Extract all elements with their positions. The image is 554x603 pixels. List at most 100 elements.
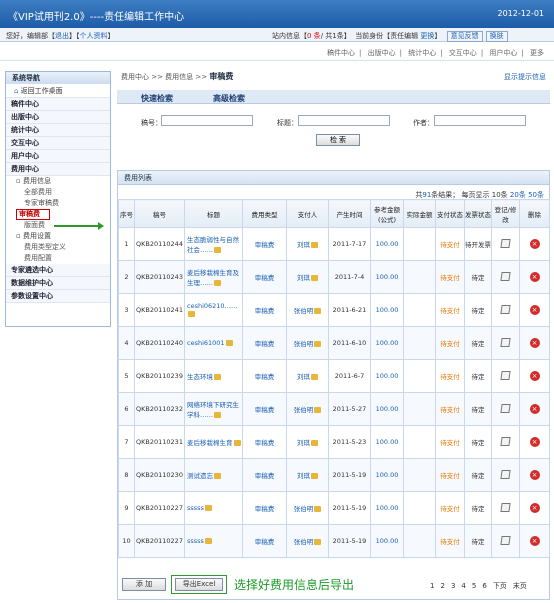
manuscript-title-link[interactable]: sssss bbox=[187, 504, 204, 512]
payer-link[interactable]: 刘琪 bbox=[297, 373, 310, 381]
fee-type[interactable]: 审稿费 bbox=[255, 307, 275, 315]
edit-icon[interactable] bbox=[500, 535, 511, 545]
sidebar-item-publishing[interactable]: 出版中心 bbox=[6, 111, 110, 124]
payer-link[interactable]: 张伯明 bbox=[294, 340, 314, 348]
manuscript-title-link[interactable]: 麦后移栽棉生育及生理…… bbox=[187, 269, 239, 287]
delete-icon[interactable]: × bbox=[529, 503, 540, 513]
payer-link[interactable]: 张伯明 bbox=[294, 406, 314, 414]
delete-icon[interactable]: × bbox=[529, 536, 540, 546]
show-tip-link[interactable]: 显示提示信息 bbox=[504, 72, 546, 82]
nav-manuscript[interactable]: 稿件中心 bbox=[327, 49, 355, 57]
export-excel-button[interactable]: 导出Excel bbox=[175, 578, 223, 591]
page-1[interactable]: 1 bbox=[430, 582, 434, 590]
change-identity-link[interactable]: 更换 bbox=[420, 32, 434, 40]
nav-publishing[interactable]: 出版中心 bbox=[368, 49, 396, 57]
sidebar-item-fee-expert[interactable]: 专家审稿费 bbox=[6, 198, 110, 209]
edit-icon[interactable] bbox=[500, 469, 511, 479]
sidebar-item-users[interactable]: 用户中心 bbox=[6, 150, 110, 163]
page-size-50[interactable]: 50条 bbox=[528, 191, 544, 199]
sidebar-item-param-settings[interactable]: 参数设置中心 bbox=[6, 290, 110, 303]
fee-type[interactable]: 审稿费 bbox=[255, 373, 275, 381]
feedback-button[interactable]: 意见反馈 bbox=[446, 31, 483, 42]
delete-icon[interactable]: × bbox=[529, 272, 540, 282]
fee-type[interactable]: 审稿费 bbox=[255, 505, 275, 513]
manuscript-title-link[interactable]: sssss bbox=[187, 537, 204, 545]
tab-advanced-search[interactable]: 高级检索 bbox=[213, 93, 245, 104]
title-input[interactable] bbox=[298, 115, 390, 126]
nav-more[interactable]: 更多 bbox=[530, 49, 544, 57]
manuscript-title-link[interactable]: 测试遗忘 bbox=[187, 472, 213, 480]
sidebar-item-fee-review[interactable]: 审稿费 bbox=[16, 209, 50, 220]
sidebar-item-fee-setting[interactable]: ▫ 费用设置 bbox=[6, 231, 110, 242]
next-page[interactable]: 下页 bbox=[493, 582, 507, 590]
fee-type[interactable]: 审稿费 bbox=[255, 439, 275, 447]
edit-icon[interactable] bbox=[500, 403, 511, 413]
delete-icon[interactable]: × bbox=[529, 437, 540, 447]
page-5[interactable]: 5 bbox=[472, 582, 476, 590]
nav-users[interactable]: 用户中心 bbox=[489, 49, 517, 57]
delete-icon[interactable]: × bbox=[529, 338, 540, 348]
last-page[interactable]: 末页 bbox=[513, 582, 527, 590]
page-size-10[interactable]: 10条 bbox=[492, 191, 508, 199]
manuscript-title-link[interactable]: 生态脆弱性与自然社会…… bbox=[187, 236, 239, 254]
payer-link[interactable]: 刘琪 bbox=[297, 241, 310, 249]
payer-link[interactable]: 张伯明 bbox=[294, 307, 314, 315]
fee-type[interactable]: 审稿费 bbox=[255, 538, 275, 546]
sidebar-item-expert-select[interactable]: 专家遴选中心 bbox=[6, 264, 110, 277]
fee-type[interactable]: 审稿费 bbox=[255, 472, 275, 480]
manuscript-title-link[interactable]: 生态环境 bbox=[187, 373, 213, 381]
edit-icon[interactable] bbox=[500, 271, 511, 281]
payer-link[interactable]: 张伯明 bbox=[294, 505, 314, 513]
delete-icon[interactable]: × bbox=[529, 371, 540, 381]
payer-link[interactable]: 刘琪 bbox=[297, 472, 310, 480]
payer-link[interactable]: 张伯明 bbox=[294, 538, 314, 546]
sidebar-item-fees[interactable]: 费用中心 bbox=[6, 163, 110, 176]
manuscript-title-link[interactable]: 网络环境下研究生学科…… bbox=[187, 401, 239, 419]
edit-icon[interactable] bbox=[500, 370, 511, 380]
edit-icon[interactable] bbox=[500, 502, 511, 512]
author-input[interactable] bbox=[434, 115, 526, 126]
fee-type[interactable]: 审稿费 bbox=[255, 340, 275, 348]
sidebar-item-interaction[interactable]: 交互中心 bbox=[6, 137, 110, 150]
page-3[interactable]: 3 bbox=[451, 582, 455, 590]
sidebar-item-fee-all[interactable]: 全部费用 bbox=[6, 187, 110, 198]
delete-icon[interactable]: × bbox=[529, 470, 540, 480]
sidebar-item-fee-type-def[interactable]: 费用类型定义 bbox=[6, 242, 110, 253]
sidebar-item-manuscript[interactable]: 稿件中心 bbox=[6, 98, 110, 111]
delete-icon[interactable]: × bbox=[529, 404, 540, 414]
new-message-count[interactable]: 0 条 bbox=[307, 32, 321, 40]
manuscript-input[interactable] bbox=[161, 115, 253, 126]
page-2[interactable]: 2 bbox=[440, 582, 444, 590]
switch-skin-button[interactable]: 换肤 bbox=[485, 31, 508, 42]
page-size-20[interactable]: 20条 bbox=[510, 191, 526, 199]
tab-quick-search[interactable]: 快速检索 bbox=[141, 93, 173, 104]
logout-link[interactable]: 退出 bbox=[55, 32, 69, 40]
fee-type[interactable]: 审稿费 bbox=[255, 406, 275, 414]
manuscript-title-link[interactable]: 麦后移栽棉生育 bbox=[187, 439, 233, 447]
edit-icon[interactable] bbox=[500, 436, 511, 446]
add-button[interactable]: 添 加 bbox=[122, 578, 166, 591]
sidebar-item-desk[interactable]: ⌂ 返回工作桌面 bbox=[6, 84, 110, 98]
page-4[interactable]: 4 bbox=[461, 582, 465, 590]
nav-statistics[interactable]: 统计中心 bbox=[408, 49, 436, 57]
profile-link[interactable]: 个人资料 bbox=[80, 32, 108, 40]
edit-icon[interactable] bbox=[500, 304, 511, 314]
fee-type[interactable]: 审稿费 bbox=[255, 241, 275, 249]
delete-icon[interactable]: × bbox=[529, 239, 540, 249]
search-button[interactable]: 检 索 bbox=[316, 134, 360, 146]
sidebar-item-statistics[interactable]: 统计中心 bbox=[6, 124, 110, 137]
manuscript-title-link[interactable]: ceshi61001 bbox=[187, 339, 225, 347]
sidebar-desk-label: 返回工作桌面 bbox=[20, 87, 63, 95]
payer-link[interactable]: 刘琪 bbox=[297, 439, 310, 447]
sidebar-item-data-maintenance[interactable]: 数据维护中心 bbox=[6, 277, 110, 290]
sidebar-item-fee-config[interactable]: 费用配置 bbox=[6, 253, 110, 264]
edit-icon[interactable] bbox=[500, 337, 511, 347]
sidebar-item-fee-info[interactable]: ▫ 费用信息 bbox=[6, 176, 110, 187]
delete-icon[interactable]: × bbox=[529, 305, 540, 315]
page-6[interactable]: 6 bbox=[482, 582, 486, 590]
fee-type[interactable]: 审稿费 bbox=[255, 274, 275, 282]
manuscript-title-link[interactable]: ceshi06210…… bbox=[187, 302, 238, 310]
payer-link[interactable]: 刘琪 bbox=[297, 274, 310, 282]
nav-interaction[interactable]: 交互中心 bbox=[449, 49, 477, 57]
edit-icon[interactable] bbox=[500, 238, 511, 248]
